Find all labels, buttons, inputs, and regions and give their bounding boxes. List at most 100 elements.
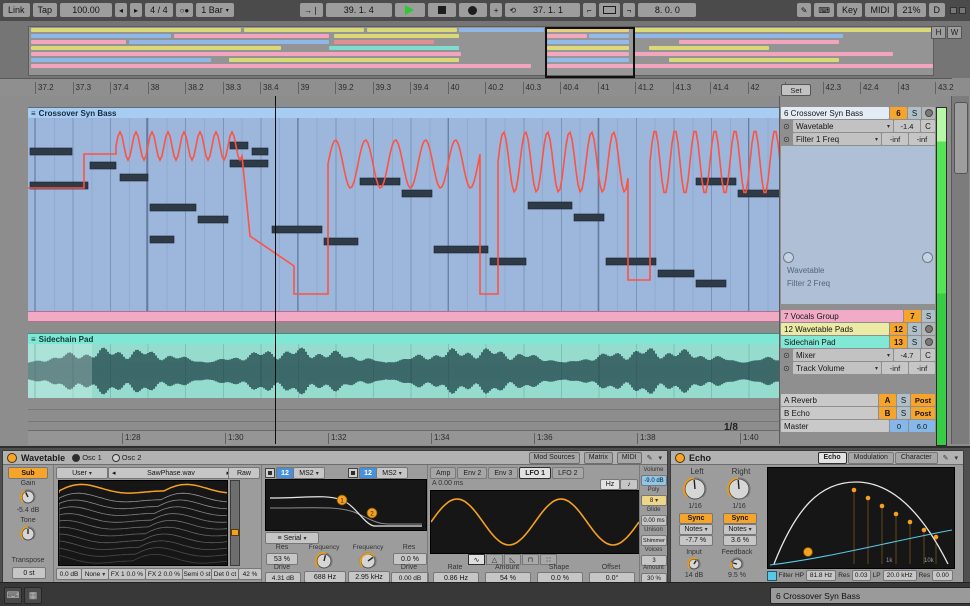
solo-button[interactable]: S (908, 336, 921, 348)
nudge-up-button[interactable]: ▸ (130, 3, 143, 17)
tab-osc2[interactable]: Osc 2 (109, 453, 145, 462)
right-delay-knob[interactable] (727, 477, 751, 501)
device-on-toggle[interactable] (7, 452, 17, 463)
grid-icon[interactable]: ▦ (24, 587, 42, 604)
prev-table-icon[interactable]: ◂ (112, 469, 116, 477)
punch-out-toggle[interactable]: ¬ (622, 3, 636, 17)
vertical-scrollbar[interactable] (951, 96, 969, 444)
osc-effect-mode[interactable]: None ▾ (81, 568, 109, 580)
wavetable-chooser[interactable]: ◂SawPhase.wav▸ (108, 467, 234, 479)
right-sync-mode-chooser[interactable]: Notes ▾ (723, 524, 757, 535)
midi-button[interactable]: MIDI (616, 451, 642, 464)
volume-value[interactable]: -9.0 dB (641, 475, 667, 486)
midi-note[interactable] (197, 215, 229, 224)
master-name[interactable]: Master (781, 420, 889, 432)
master-volume[interactable]: 6.0 (909, 420, 935, 432)
overview-clip[interactable] (329, 46, 459, 50)
midi-note[interactable] (149, 235, 175, 244)
position-value[interactable]: 42 % (238, 568, 262, 580)
set-button[interactable]: Set (781, 84, 811, 96)
overview-clip[interactable] (633, 28, 933, 32)
arm-button[interactable] (922, 323, 935, 335)
param-chooser[interactable]: Filter 1 Freq ▾ (793, 133, 881, 145)
zoom-width-button[interactable]: W (947, 26, 962, 39)
midi-note[interactable] (573, 213, 605, 222)
playhead[interactable] (275, 96, 276, 444)
bass-midi-lane[interactable] (28, 118, 780, 312)
vocals-group-lane[interactable] (28, 311, 780, 322)
midi-note[interactable] (401, 189, 433, 198)
punch-in-toggle[interactable]: ⌐ (583, 3, 596, 17)
mod-tab-lfo-2[interactable]: LFO 2 (552, 467, 584, 479)
right-delay-value[interactable]: 1/16 (727, 503, 751, 510)
filter-routing-chooser[interactable]: ≡ Serial ▾ (265, 532, 319, 544)
return-name[interactable]: A Reverb (781, 394, 878, 406)
overview-clip[interactable] (334, 34, 459, 38)
pre-post-toggle[interactable]: Post (911, 394, 935, 406)
wavetable-title-bar[interactable]: Wavetable Osc 1 Osc 2 Mod Sources Matrix… (3, 451, 667, 465)
left-delay-value[interactable]: 1/16 (683, 503, 707, 510)
filter-display[interactable]: 12 (265, 479, 427, 531)
osc-gain-value[interactable]: 0.0 dB (56, 568, 82, 580)
key-map-button[interactable]: Key (836, 3, 863, 17)
filter1-enable-checkbox[interactable] (265, 468, 275, 478)
lp-res-value[interactable]: 0.00 (932, 570, 953, 581)
keyboard-icon[interactable]: ⌨ (4, 587, 22, 604)
overview-clip[interactable] (244, 28, 364, 32)
mod-tab-lfo-1[interactable]: LFO 1 (519, 467, 552, 479)
track-name[interactable]: 12 Wavetable Pads (781, 323, 889, 335)
draw-mode-toggle[interactable]: ✎ (796, 3, 812, 17)
link-button[interactable]: Link (3, 3, 30, 17)
fx2-value[interactable]: FX 2 0.0 % (145, 568, 183, 580)
echo-display[interactable]: 1k 10k (767, 467, 955, 569)
echo-tab-echo[interactable]: Echo (817, 451, 847, 464)
overview-clip[interactable] (31, 28, 241, 32)
lfo-display[interactable] (430, 490, 640, 554)
track-row-bass[interactable]: 6 Crossover Syn Bass 6 S (781, 107, 935, 119)
track-name[interactable]: 7 Vocals Group (781, 310, 903, 322)
automation-line[interactable] (28, 130, 780, 295)
echo-title-bar[interactable]: Echo Echo Modulation Character ✎ ▾ (671, 451, 963, 465)
midi-note[interactable] (657, 269, 695, 278)
hot-swap-icon[interactable]: ✎ (942, 454, 950, 462)
overview-clip[interactable] (459, 28, 544, 32)
poly-voices-chooser[interactable]: 8 ▾ (641, 495, 667, 506)
matrix-button[interactable]: Matrix (583, 451, 613, 464)
arm-button[interactable] (922, 336, 935, 348)
follow-toggle[interactable]: →❘ (300, 3, 323, 17)
midi-note[interactable] (251, 147, 269, 156)
midi-note[interactable] (119, 173, 149, 182)
right-sync-toggle[interactable]: Sync (723, 513, 757, 524)
filter2-enable-checkbox[interactable] (348, 468, 358, 478)
lfo-attack-value[interactable]: A 0.00 ms (432, 480, 492, 487)
overview-clip[interactable] (31, 58, 211, 62)
filter-enable-toggle[interactable] (767, 570, 777, 581)
computer-midi-keyboard-toggle[interactable]: ⌨ (814, 3, 834, 17)
tap-tempo-button[interactable]: Tap (32, 3, 58, 17)
position-handle[interactable] (231, 529, 239, 536)
return-row-a[interactable]: A Reverb A S Post (781, 394, 935, 406)
left-sync-mode-chooser[interactable]: Notes ▾ (679, 524, 713, 535)
overview-clip[interactable] (174, 34, 329, 38)
hot-swap-icon[interactable]: ✎ (646, 454, 654, 462)
cue-volume[interactable]: 0 (890, 420, 908, 432)
echo-tab-modulation[interactable]: Modulation (847, 451, 894, 464)
midi-note[interactable] (695, 279, 727, 288)
lfo-sync-toggle[interactable]: ♪ (620, 479, 638, 490)
track-row-pads[interactable]: 12 Wavetable Pads 12 S (781, 323, 935, 335)
overview-view-selection[interactable] (545, 27, 635, 78)
sub-toggle[interactable]: Sub (8, 467, 48, 479)
filter1-type-chooser[interactable]: MS2 ▾ (293, 467, 325, 479)
filter2-type-chooser[interactable]: MS2 ▾ (376, 467, 408, 479)
midi-note[interactable] (149, 203, 197, 212)
nudge-down-button[interactable]: ◂ (115, 3, 128, 17)
return-name[interactable]: B Echo (781, 407, 878, 419)
device-on-toggle[interactable] (675, 452, 685, 463)
scrollbar-thumb[interactable] (954, 102, 968, 174)
overview-clip[interactable] (679, 40, 839, 44)
midi-note[interactable] (489, 257, 527, 266)
fx1-value[interactable]: FX 1 0.0 % (108, 568, 146, 580)
track-name[interactable]: Sidechain Pad (781, 336, 889, 348)
midi-note[interactable] (271, 225, 323, 234)
crossfade-assign[interactable]: C (921, 120, 935, 132)
